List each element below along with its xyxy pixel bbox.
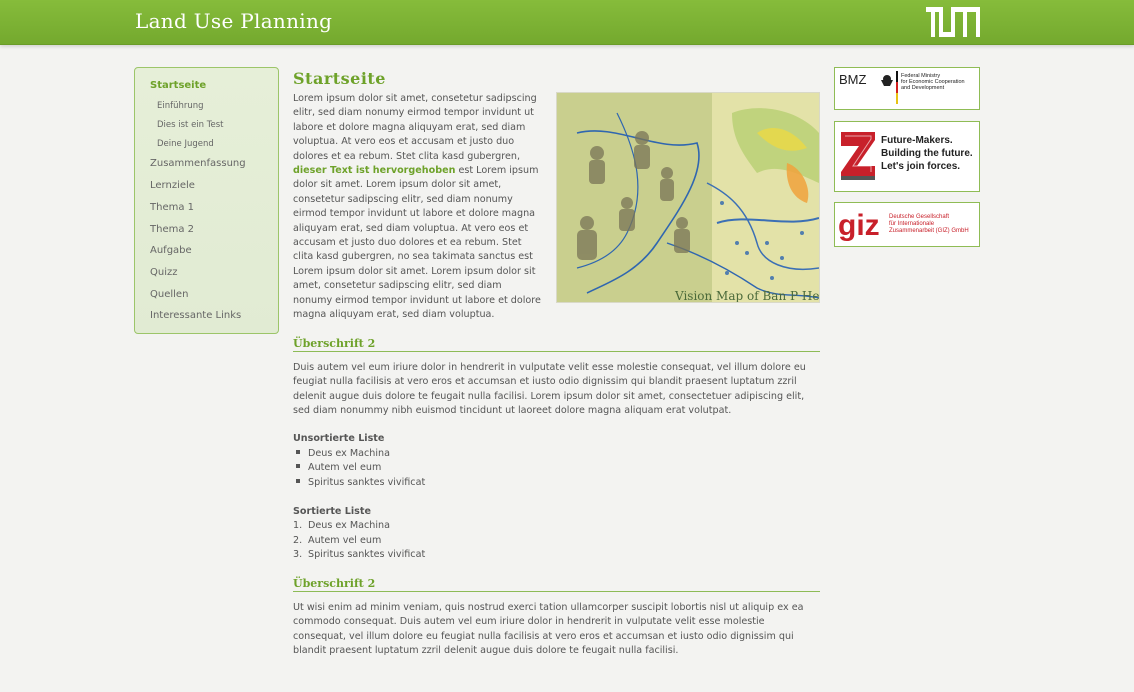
unordered-list-title: Unsortierte Liste [293, 433, 385, 444]
section-2-paragraph: Ut wisi enim ad minim veniam, quis nostr… [293, 602, 804, 657]
intro-text-after: est Lorem ipsum dolor sit amet. Lorem ip… [293, 165, 541, 321]
svg-text:BMZ: BMZ [839, 72, 867, 87]
bullet-icon [296, 464, 300, 468]
svg-text:Let's join forces.: Let's join forces. [881, 161, 960, 172]
sidebar-item-lernziele[interactable]: Lernziele [150, 180, 195, 191]
sidebar-item-interessante-links[interactable]: Interessante Links [150, 310, 241, 321]
photo-caption: Vision Map of Ban P Hen [674, 289, 820, 303]
section-heading-1: Überschrift 2 [293, 337, 820, 352]
list-item-text: Deus ex Machina [308, 520, 391, 531]
highlighted-text: dieser Text ist hervorgehoben [293, 165, 456, 177]
sidebar-item-thema-2[interactable]: Thema 2 [150, 224, 194, 235]
unordered-list-item: Autem vel eum [293, 462, 381, 473]
svg-text:Zusammenarbeit (GIZ) GmbH: Zusammenarbeit (GIZ) GmbH [889, 228, 969, 234]
site-title[interactable]: Land Use Planning [135, 9, 332, 33]
sidebar-item-quellen[interactable]: Quellen [150, 289, 188, 300]
svg-text:and Development: and Development [901, 85, 945, 91]
workshop-photo: Vision Map of Ban P Hen [556, 92, 820, 303]
giz-logo-link[interactable]: giz Deutsche Gesellschaft für Internatio… [834, 202, 980, 247]
giz-logo-icon: giz Deutsche Gesellschaft für Internatio… [838, 209, 969, 242]
bmz-logo-link[interactable]: BMZ Federal Ministry for Economic Cooper… [834, 67, 980, 110]
sidebar-item-aufgabe[interactable]: Aufgabe [150, 245, 192, 256]
sidebar-item-thema-1[interactable]: Thema 1 [150, 202, 194, 213]
intro-paragraph: Lorem ipsum dolor sit amet, consetetur s… [293, 92, 543, 323]
list-item-text: Autem vel eum [308, 462, 382, 473]
section-heading-2: Überschrift 2 [293, 577, 820, 592]
future-makers-link[interactable]: Future-Makers. Building the future. Let'… [834, 121, 980, 192]
svg-text:Building the future.: Building the future. [881, 148, 973, 159]
svg-text:giz: giz [838, 209, 880, 242]
list-item-text: Autem vel eum [308, 535, 382, 546]
vision-map-image: Vision Map of Ban P Hen [557, 93, 820, 303]
section-1-paragraph: Duis autem vel eum iriure dolor in hendr… [293, 362, 806, 417]
unordered-list-item: Spiritus sanktes vivificat [293, 477, 425, 488]
bullet-icon [296, 450, 300, 454]
ordered-list-title: Sortierte Liste [293, 506, 371, 517]
sidebar-item-zusammenfassung[interactable]: Zusammenfassung [150, 158, 246, 169]
svg-text:Deutsche Gesellschaft: Deutsche Gesellschaft [889, 214, 949, 220]
intro-text-before: Lorem ipsum dolor sit amet, consetetur s… [293, 93, 537, 162]
sidebar-item-dies-ist-ein-test[interactable]: Dies ist ein Test [157, 120, 224, 130]
top-bar: Land Use Planning [0, 0, 1134, 45]
list-item-text: Spiritus sanktes vivificat [308, 477, 426, 488]
sidebar-item-quizz[interactable]: Quizz [150, 267, 178, 278]
sidebar-item-einfuehrung[interactable]: Einführung [157, 101, 204, 111]
ordered-list-item: 2. Autem vel eum [293, 535, 382, 546]
svg-text:für Internationale: für Internationale [889, 221, 935, 227]
tum-logo-icon[interactable] [926, 7, 980, 37]
sidebar-nav: Startseite Einführung Dies ist ein Test … [134, 67, 279, 334]
sidebar-item-deine-jugend[interactable]: Deine Jugend [157, 139, 214, 149]
future-makers-logo-icon: Future-Makers. Building the future. Let'… [841, 132, 973, 180]
sidebar-item-startseite[interactable]: Startseite [150, 80, 206, 91]
list-item-text: Deus ex Machina [308, 448, 391, 459]
page-title: Startseite [293, 69, 386, 88]
bullet-icon [296, 479, 300, 483]
ordered-list-item: 1. Deus ex Machina [293, 520, 391, 531]
unordered-list-item: Deus ex Machina [293, 448, 390, 459]
bmz-logo-icon: BMZ Federal Ministry for Economic Cooper… [839, 71, 965, 104]
list-item-text: Spiritus sanktes vivificat [308, 549, 426, 560]
ordered-list-item: 3. Spiritus sanktes vivificat [293, 549, 426, 560]
svg-text:Future-Makers.: Future-Makers. [881, 135, 953, 146]
